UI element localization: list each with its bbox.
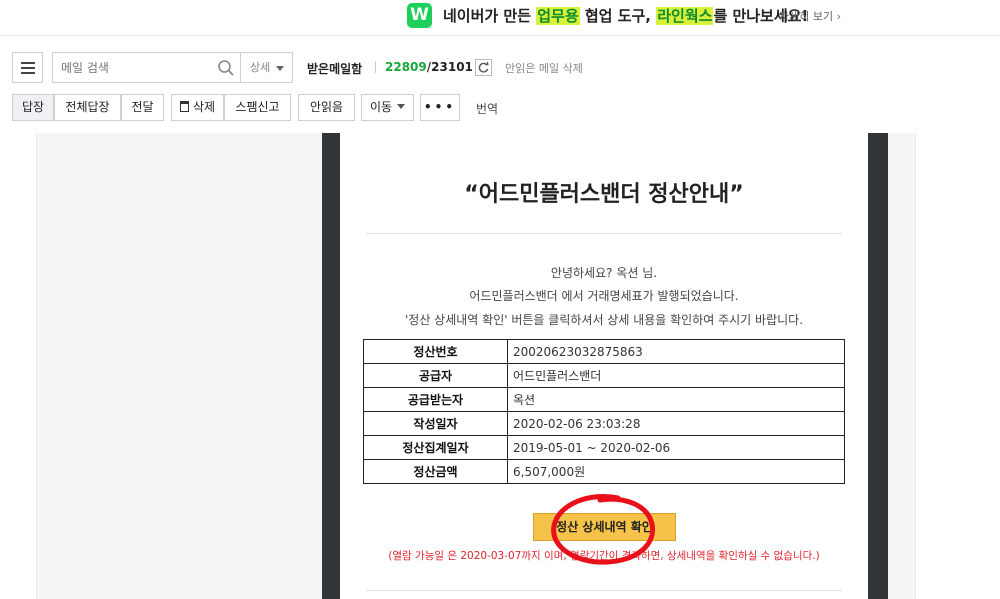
menu-icon bbox=[21, 62, 35, 64]
menu-icon-bar bbox=[21, 67, 35, 69]
reply-all-button[interactable]: 전체답장 bbox=[54, 94, 121, 121]
detail-search-label: 상세 bbox=[250, 61, 271, 74]
works-logo-icon: W bbox=[407, 3, 432, 28]
row-value: 20020623032875863 bbox=[507, 339, 845, 364]
row-label: 작성일자 bbox=[363, 411, 508, 436]
reply-button[interactable]: 답장 bbox=[12, 94, 54, 121]
row-label: 공급자 bbox=[363, 363, 508, 388]
forward-button[interactable]: 전달 bbox=[121, 94, 164, 121]
ad-banner[interactable]: W 네이버가 만든 업무용 협업 도구, 라인웍스를 만나보세요! 자세히 보기… bbox=[0, 0, 1000, 36]
greeting-line-3: '정산 상세내역 확인' 버튼을 클릭하셔서 상세 내용을 확인하여 주시기 바… bbox=[404, 313, 804, 327]
spam-report-button[interactable]: 스팸신고 bbox=[224, 94, 291, 121]
delete-unread-link[interactable]: 안읽은 메일 삭제 bbox=[505, 60, 583, 76]
refresh-icon bbox=[478, 61, 489, 73]
expiry-notice: (열람 가능일 은 2020-03-07까지 이며, 열람기간이 경과하면, 상… bbox=[388, 550, 820, 562]
ad-more-link[interactable]: 자세히 보기 › bbox=[779, 8, 841, 24]
ad-highlight-2: 라인웍스 bbox=[656, 7, 714, 25]
row-value: 2020-02-06 23:03:28 bbox=[507, 411, 845, 436]
divider bbox=[375, 61, 376, 73]
settlement-detail-button[interactable]: 정산 상세내역 확인 bbox=[533, 513, 676, 541]
mail-search-input[interactable] bbox=[61, 59, 211, 77]
table-row: 정산금액 6,507,000원 bbox=[363, 459, 845, 484]
row-value: 어드민플러스밴더 bbox=[507, 363, 845, 388]
table-row: 공급자 어드민플러스밴더 bbox=[363, 363, 845, 388]
detail-search-button[interactable]: 상세 bbox=[240, 52, 293, 83]
mailbox-title[interactable]: 받은메일함 bbox=[307, 60, 362, 77]
mail-client-window: W 네이버가 만든 업무용 협업 도구, 라인웍스를 만나보세요! 자세히 보기… bbox=[0, 0, 1000, 599]
row-label: 공급받는자 bbox=[363, 387, 508, 412]
search-icon[interactable] bbox=[217, 59, 235, 77]
chevron-down-icon bbox=[397, 104, 406, 109]
mark-unread-button[interactable]: 안읽음 bbox=[298, 94, 355, 121]
delete-button[interactable]: 삭제 bbox=[171, 94, 224, 121]
row-label: 정산번호 bbox=[363, 339, 508, 364]
table-row: 정산번호 20020623032875863 bbox=[363, 339, 845, 364]
mail-count: 22809/23101 bbox=[385, 60, 473, 74]
ad-banner-message[interactable]: 네이버가 만든 업무용 협업 도구, 라인웍스를 만나보세요! bbox=[443, 5, 808, 26]
move-label: 이동 bbox=[369, 100, 393, 114]
row-value: 옥션 bbox=[507, 387, 845, 412]
translate-button[interactable]: 번역 bbox=[476, 100, 498, 117]
table-row: 작성일자 2020-02-06 23:03:28 bbox=[363, 411, 845, 436]
mail-title: “어드민플러스밴더 정산안내” bbox=[464, 182, 744, 207]
row-label: 정산금액 bbox=[363, 459, 508, 484]
table-row: 정산집계일자 2019-05-01 ~ 2020-02-06 bbox=[363, 435, 845, 460]
divider bbox=[366, 590, 842, 591]
ad-text-1: 네이버가 만든 bbox=[443, 7, 537, 25]
chevron-down-icon bbox=[276, 66, 284, 71]
ad-highlight-1: 업무용 bbox=[536, 7, 580, 25]
row-label: 정산집계일자 bbox=[363, 435, 508, 460]
unread-count[interactable]: 22809 bbox=[385, 60, 427, 74]
move-button[interactable]: 이동 bbox=[361, 94, 414, 121]
settlement-info-table: 정산번호 20020623032875863 공급자 어드민플러스밴더 공급받는… bbox=[363, 339, 845, 484]
divider bbox=[366, 233, 842, 234]
mail-search-box[interactable] bbox=[52, 52, 241, 83]
delete-label: 삭제 bbox=[192, 100, 216, 114]
greeting-line-2: 어드민플러스밴더 에서 거래명세표가 발행되었습니다. bbox=[469, 289, 739, 303]
hamburger-menu-button[interactable] bbox=[12, 52, 43, 83]
row-value: 6,507,000원 bbox=[507, 459, 845, 484]
ad-text-2: 협업 도구, bbox=[579, 7, 657, 25]
row-value: 2019-05-01 ~ 2020-02-06 bbox=[507, 435, 845, 460]
trash-icon bbox=[179, 101, 189, 112]
menu-icon-bar bbox=[21, 72, 35, 74]
greeting-line-1: 안녕하세요? 옥션 님. bbox=[550, 266, 658, 280]
refresh-button[interactable] bbox=[475, 59, 492, 76]
total-count: 23101 bbox=[431, 60, 473, 74]
table-row: 공급받는자 옥션 bbox=[363, 387, 845, 412]
more-actions-button[interactable]: ••• bbox=[420, 94, 460, 121]
